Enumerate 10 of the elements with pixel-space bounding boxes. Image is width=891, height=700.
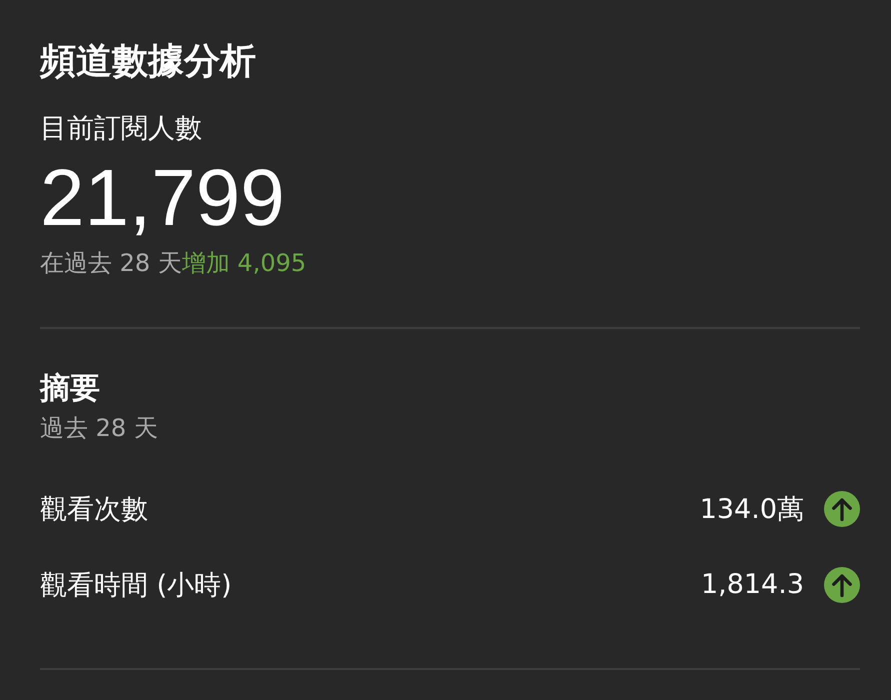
subscriber-change-text: 在過去 28 天增加 4,095 — [40, 248, 308, 279]
page-title: 頻道數據分析 — [40, 40, 257, 84]
metric-value: 134.0萬 — [700, 492, 804, 527]
metric-name: 觀看時間 (小時) — [40, 568, 232, 603]
subscriber-count: 21,799 — [40, 154, 285, 242]
subscriber-label: 目前訂閱人數 — [40, 113, 203, 146]
metric-value: 1,814.3 — [700, 569, 804, 600]
metric-name: 觀看次數 — [40, 492, 148, 527]
summary-title: 摘要 — [40, 370, 101, 407]
summary-period: 過去 28 天 — [40, 412, 159, 444]
